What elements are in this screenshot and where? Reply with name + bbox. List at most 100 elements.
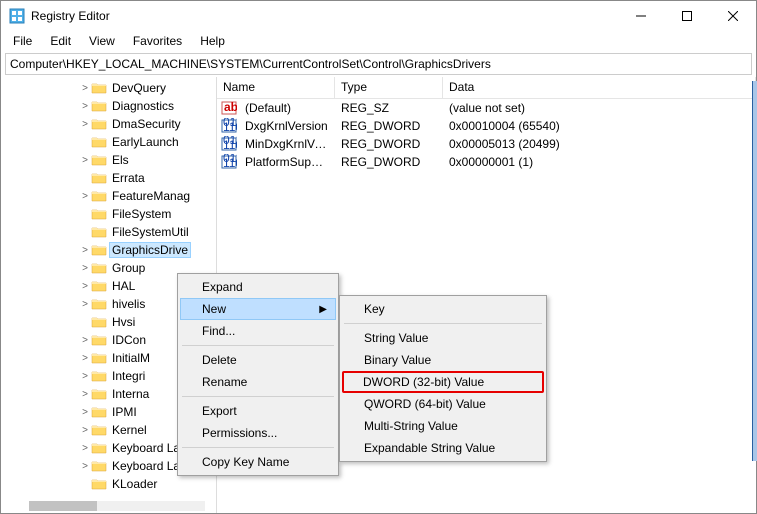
value-type-icon: [221, 154, 237, 170]
folder-icon: [91, 279, 107, 293]
value-row[interactable]: PlatformSupport...REG_DWORD0x00000001 (1…: [217, 153, 756, 171]
tree-item[interactable]: > Els: [1, 151, 216, 169]
cm-new-dword[interactable]: DWORD (32-bit) Value: [342, 371, 544, 393]
menu-favorites[interactable]: Favorites: [125, 32, 190, 50]
context-menu-key: Expand New▶ Find... Delete Rename Export…: [177, 273, 339, 476]
cm-permissions[interactable]: Permissions...: [180, 422, 336, 444]
folder-icon: [91, 135, 107, 149]
expander-icon[interactable]: >: [79, 245, 91, 256]
tree-label: IPMI: [110, 405, 139, 419]
expander-icon[interactable]: >: [79, 461, 91, 472]
menu-edit[interactable]: Edit: [42, 32, 79, 50]
cm-new-key[interactable]: Key: [342, 298, 544, 320]
folder-icon: [91, 351, 107, 365]
expander-icon[interactable]: >: [79, 119, 91, 130]
app-icon: [9, 8, 25, 24]
tree-item[interactable]: FileSystem: [1, 205, 216, 223]
value-type: REG_DWORD: [335, 155, 443, 169]
column-data[interactable]: Data: [443, 77, 756, 98]
value-row[interactable]: MinDxgKrnlVersi...REG_DWORD0x00005013 (2…: [217, 135, 756, 153]
cm-delete[interactable]: Delete: [180, 349, 336, 371]
tree-item[interactable]: > DmaSecurity: [1, 115, 216, 133]
value-data: (value not set): [443, 101, 756, 115]
tree-item[interactable]: EarlyLaunch: [1, 133, 216, 151]
value-type: REG_DWORD: [335, 137, 443, 151]
tree-item[interactable]: > FeatureManag: [1, 187, 216, 205]
folder-icon: [91, 423, 107, 437]
value-type-icon: [221, 136, 237, 152]
tree-item[interactable]: Errata: [1, 169, 216, 187]
folder-icon: [91, 81, 107, 95]
expander-icon[interactable]: >: [79, 155, 91, 166]
cm-new[interactable]: New▶: [180, 298, 336, 320]
folder-icon: [91, 153, 107, 167]
tree-label: Els: [110, 153, 131, 167]
menu-file[interactable]: File: [5, 32, 40, 50]
address-bar[interactable]: Computer\HKEY_LOCAL_MACHINE\SYSTEM\Curre…: [5, 53, 752, 75]
expander-icon[interactable]: >: [79, 443, 91, 454]
cm-new-qword[interactable]: QWORD (64-bit) Value: [342, 393, 544, 415]
cm-rename[interactable]: Rename: [180, 371, 336, 393]
expander-icon[interactable]: >: [79, 101, 91, 112]
expander-icon[interactable]: >: [79, 299, 91, 310]
folder-icon: [91, 171, 107, 185]
tree-label: FeatureManag: [110, 189, 192, 203]
address-text: Computer\HKEY_LOCAL_MACHINE\SYSTEM\Curre…: [10, 57, 491, 71]
cm-new-binary[interactable]: Binary Value: [342, 349, 544, 371]
tree-label: Hvsi: [110, 315, 137, 329]
folder-icon: [91, 261, 107, 275]
expander-icon[interactable]: >: [79, 263, 91, 274]
maximize-button[interactable]: [664, 1, 710, 31]
context-menu-new: Key String Value Binary Value DWORD (32-…: [339, 295, 547, 462]
expander-icon[interactable]: >: [79, 281, 91, 292]
value-data: 0x00000001 (1): [443, 155, 756, 169]
tree-label: Integri: [110, 369, 147, 383]
folder-icon: [91, 225, 107, 239]
expander-icon[interactable]: >: [79, 83, 91, 94]
cm-new-string[interactable]: String Value: [342, 327, 544, 349]
tree-label: IDCon: [110, 333, 148, 347]
tree-label: Errata: [110, 171, 147, 185]
folder-icon: [91, 369, 107, 383]
horizontal-scrollbar[interactable]: [29, 501, 205, 511]
tree-item[interactable]: > GraphicsDrive: [1, 241, 216, 259]
folder-icon: [91, 441, 107, 455]
tree-label: DmaSecurity: [110, 117, 183, 131]
column-type[interactable]: Type: [335, 77, 443, 98]
tree-item[interactable]: FileSystemUtil: [1, 223, 216, 241]
minimize-button[interactable]: [618, 1, 664, 31]
expander-icon[interactable]: >: [79, 353, 91, 364]
cm-new-expandable[interactable]: Expandable String Value: [342, 437, 544, 459]
expander-icon[interactable]: >: [79, 335, 91, 346]
folder-icon: [91, 387, 107, 401]
value-type: REG_SZ: [335, 101, 443, 115]
tree-label: DevQuery: [110, 81, 168, 95]
cm-new-multistring[interactable]: Multi-String Value: [342, 415, 544, 437]
expander-icon[interactable]: >: [79, 371, 91, 382]
cm-copy-key-name[interactable]: Copy Key Name: [180, 451, 336, 473]
folder-icon: [91, 315, 107, 329]
tree-label: GraphicsDrive: [110, 243, 190, 257]
tree-item[interactable]: > Diagnostics: [1, 97, 216, 115]
value-row[interactable]: DxgKrnlVersionREG_DWORD0x00010004 (65540…: [217, 117, 756, 135]
tree-item[interactable]: > DevQuery: [1, 79, 216, 97]
column-name[interactable]: Name: [217, 77, 335, 98]
tree-item[interactable]: KLoader: [1, 475, 216, 493]
expander-icon[interactable]: >: [79, 407, 91, 418]
value-data: 0x00010004 (65540): [443, 119, 756, 133]
submenu-arrow-icon: ▶: [319, 304, 327, 315]
cm-expand[interactable]: Expand: [180, 276, 336, 298]
expander-icon[interactable]: >: [79, 191, 91, 202]
folder-icon: [91, 243, 107, 257]
menu-help[interactable]: Help: [192, 32, 233, 50]
expander-icon[interactable]: >: [79, 425, 91, 436]
close-button[interactable]: [710, 1, 756, 31]
cm-export[interactable]: Export: [180, 400, 336, 422]
expander-icon[interactable]: >: [79, 389, 91, 400]
cm-find[interactable]: Find...: [180, 320, 336, 342]
value-row[interactable]: (Default)REG_SZ(value not set): [217, 99, 756, 117]
tree-label: Diagnostics: [110, 99, 176, 113]
folder-icon: [91, 297, 107, 311]
value-type-icon: [221, 100, 237, 116]
menu-view[interactable]: View: [81, 32, 123, 50]
